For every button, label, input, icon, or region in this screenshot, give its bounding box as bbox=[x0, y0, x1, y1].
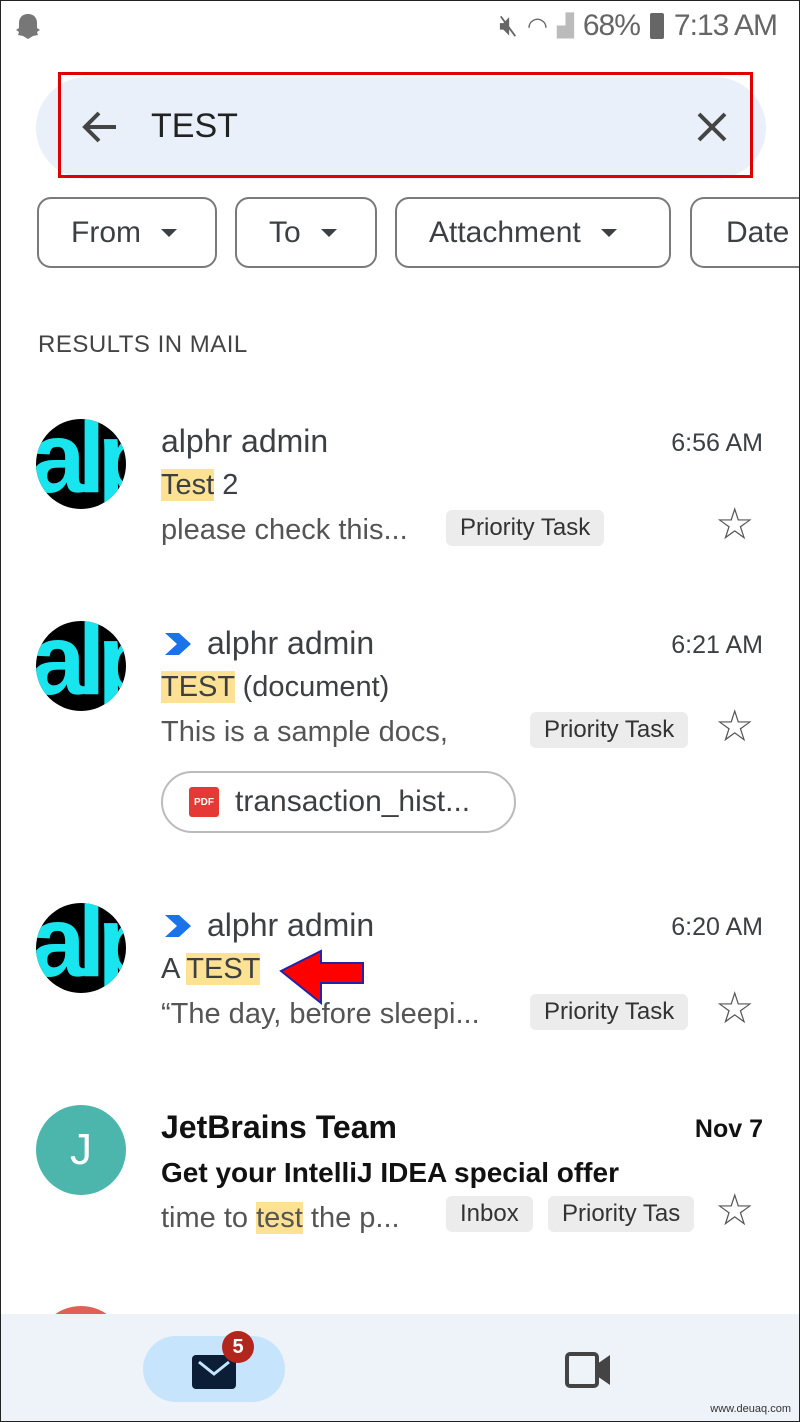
label-chip: Priority Task bbox=[530, 712, 689, 748]
status-bar: 🔇︎ ◠ ▟ 68% 7:13 AM bbox=[1, 1, 799, 56]
snippet: This is a sample docs, bbox=[161, 716, 448, 748]
sender: alphr admin bbox=[161, 625, 374, 662]
back-arrow-icon[interactable] bbox=[81, 108, 119, 146]
filter-from[interactable]: From bbox=[37, 197, 217, 268]
label-chip: Priority Task bbox=[530, 994, 689, 1030]
star-icon[interactable]: ☆ bbox=[715, 503, 754, 547]
time: 6:21 AM bbox=[671, 631, 763, 659]
star-icon[interactable]: ☆ bbox=[715, 1189, 754, 1233]
dropdown-caret-icon bbox=[161, 228, 177, 237]
sender: alphr admin bbox=[161, 907, 374, 944]
sender: JetBrains Team bbox=[161, 1109, 397, 1145]
subject: A TEST bbox=[161, 953, 261, 985]
star-icon[interactable]: ☆ bbox=[715, 705, 754, 749]
snippet: time to test the p... bbox=[161, 1202, 400, 1234]
time: 6:56 AM bbox=[671, 429, 763, 457]
battery-icon bbox=[649, 13, 664, 39]
subject: Test 2 bbox=[161, 469, 239, 501]
clear-search-icon[interactable] bbox=[696, 111, 728, 143]
snapchat-icon bbox=[16, 14, 40, 39]
mail-tab[interactable] bbox=[143, 1336, 285, 1402]
sender: alphr admin bbox=[161, 423, 329, 459]
subject: Get your IntelliJ IDEA special offer bbox=[161, 1157, 619, 1188]
watermark: www.deuaq.com bbox=[710, 1403, 791, 1415]
label-chip: Inbox bbox=[446, 1196, 533, 1232]
subject: TEST (document) bbox=[161, 671, 390, 703]
avatar: alp bbox=[36, 621, 126, 711]
filter-date[interactable]: Date bbox=[690, 197, 799, 268]
time: 6:20 AM bbox=[671, 913, 763, 941]
label-chip: Priority Task bbox=[446, 510, 605, 546]
attachment-chip[interactable]: PDF transaction_hist... bbox=[161, 771, 516, 833]
avatar: alp bbox=[36, 903, 126, 993]
dropdown-caret-icon bbox=[600, 228, 617, 237]
email-row[interactable]: alp alphr admin 6:56 AM Test 2 please ch… bbox=[1, 411, 799, 611]
mute-icon: 🔇︎ bbox=[499, 9, 518, 42]
avatar: J bbox=[36, 1105, 126, 1195]
filter-label: From bbox=[71, 215, 141, 249]
important-marker-icon bbox=[165, 914, 191, 937]
battery-percent: 68% bbox=[582, 9, 641, 42]
snippet: please check this... bbox=[161, 514, 408, 546]
email-row[interactable]: alp alphr admin 6:21 AM TEST (document) … bbox=[1, 613, 799, 843]
unread-count-badge: 5 bbox=[222, 1331, 254, 1363]
bottom-nav bbox=[1, 1314, 799, 1421]
filter-label: To bbox=[269, 215, 301, 249]
avatar: alp bbox=[36, 419, 126, 509]
filter-to[interactable]: To bbox=[235, 197, 377, 268]
search-input[interactable] bbox=[151, 101, 651, 151]
email-row[interactable]: J JetBrains Team Nov 7 Get your IntelliJ… bbox=[1, 1097, 799, 1297]
video-meet-icon[interactable] bbox=[565, 1352, 611, 1388]
label-chip: Priority Tas bbox=[548, 1196, 694, 1232]
time: Nov 7 bbox=[694, 1115, 763, 1143]
important-marker-icon bbox=[165, 632, 191, 655]
filter-attachment[interactable]: Attachment bbox=[395, 197, 671, 268]
pdf-icon: PDF bbox=[189, 787, 219, 817]
dropdown-caret-icon bbox=[320, 228, 337, 237]
annotation-arrow bbox=[279, 949, 364, 1005]
signal-icon: ▟ bbox=[556, 13, 574, 38]
section-title: RESULTS IN MAIL bbox=[38, 331, 248, 358]
filter-label: Date bbox=[726, 215, 790, 249]
star-icon[interactable]: ☆ bbox=[715, 987, 754, 1031]
clock: 7:13 AM bbox=[673, 9, 778, 42]
email-row[interactable]: alp alphr admin 6:20 AM A TEST “The day,… bbox=[1, 895, 799, 1095]
wifi-icon: ◠ bbox=[527, 12, 548, 40]
filter-label: Attachment bbox=[429, 215, 581, 249]
